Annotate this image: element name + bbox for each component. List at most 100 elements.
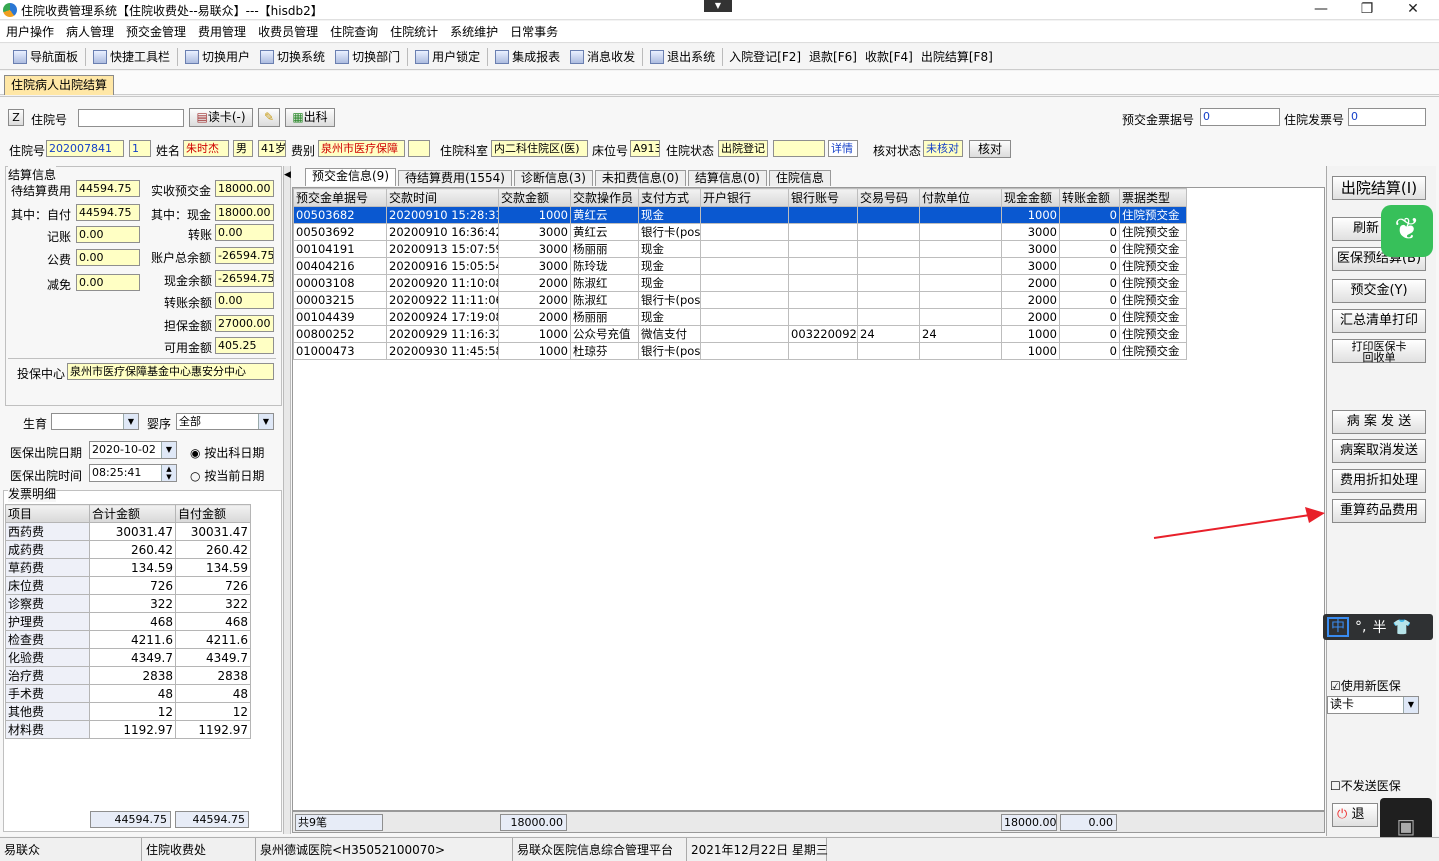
admission-search-input[interactable] — [78, 109, 184, 127]
col-transfer[interactable]: 转账金额 — [1059, 188, 1120, 207]
toolbar-exit[interactable]: 退出系统 — [645, 48, 720, 65]
col-payer[interactable]: 付款单位 — [919, 188, 1002, 207]
toolbar-quick-tools[interactable]: 快捷工具栏 — [88, 48, 175, 65]
spinner-icon[interactable]: ▲ ▼ — [161, 465, 176, 481]
tab-pending-fees[interactable]: 待结算费用(1554) — [398, 170, 512, 186]
invoice-no-input[interactable]: 0 — [1348, 108, 1426, 126]
exit-button[interactable]: ⏻ 退 — [1332, 803, 1378, 827]
toolbar-admission[interactable]: 入院登记[F2] — [725, 48, 805, 65]
table-row[interactable]: 01000473 20200930 11:45:58 1000 杜琼芬 银行卡(pos)… — [293, 342, 1187, 360]
col-self[interactable]: 自付金额 — [175, 504, 251, 523]
read-mode-select[interactable]: 读卡 ▼ — [1327, 696, 1419, 714]
table-row[interactable]: 00800252 20200929 11:16:32 1000 公众号充值 微信支付 00… — [293, 325, 1187, 343]
table-row[interactable]: 00104439 20200924 17:19:08 2000 杨丽丽 现金 2000 0 住… — [293, 308, 1187, 326]
tab-discharge-settlement[interactable]: 住院病人出院结算 — [4, 75, 115, 95]
toolbar-collect[interactable]: 收款[F4] — [861, 48, 917, 65]
toolbar-nav-panel[interactable]: 导航面板 — [8, 48, 83, 65]
chevron-down-icon[interactable]: ▼ — [1403, 697, 1418, 713]
case-send-button[interactable]: 病 案 发 送 — [1332, 410, 1426, 434]
tab-diagnosis[interactable]: 诊断信息(3) — [513, 170, 593, 186]
table-row[interactable]: 护理费 468 468 — [5, 612, 251, 631]
col-pay-time[interactable]: 交款时间 — [386, 188, 499, 207]
case-cancel-send-button[interactable]: 病案取消发送 — [1332, 439, 1426, 463]
ime-skin-icon[interactable]: 👕 — [1392, 618, 1411, 636]
radio-by-current-date[interactable]: ○ 按当前日期 — [190, 467, 264, 484]
tab-prepay-info[interactable]: 预交金信息(9) — [305, 168, 396, 186]
menu-prepay[interactable]: 预交金管理 — [122, 23, 194, 40]
ime-punct-icon[interactable]: °, — [1355, 619, 1366, 635]
col-receipt-type[interactable]: 票据类型 — [1119, 188, 1187, 207]
assistant-leaf-icon[interactable]: ❦ — [1381, 205, 1433, 257]
radio-by-out-dept[interactable]: ◉ 按出科日期 — [190, 444, 264, 461]
table-row[interactable]: 诊察费 322 322 — [5, 594, 251, 613]
no-send-insurance-checkbox[interactable]: ☐不发送医保 — [1330, 777, 1401, 794]
detail-link[interactable]: 详情 — [828, 140, 858, 157]
col-receipt-no[interactable]: 预交金单据号 — [293, 188, 387, 207]
table-row[interactable]: 00104191 20200913 15:07:59 3000 杨丽丽 现金 3000 0 住… — [293, 240, 1187, 258]
summary-print-button[interactable]: 汇总清单打印 — [1332, 309, 1426, 333]
out-dept-button[interactable]: ▦出科 — [285, 108, 335, 127]
splitter[interactable] — [283, 166, 291, 834]
table-row[interactable]: 西药费 30031.47 30031.47 — [5, 522, 251, 541]
tab-settlement-info[interactable]: 结算信息(0) — [687, 170, 767, 186]
tab-inpatient-info[interactable]: 住院信息 — [768, 170, 831, 186]
discharge-settle-button[interactable]: 出院结算(I) — [1332, 176, 1426, 200]
table-row[interactable]: 00003108 20200920 11:10:08 2000 陈淑红 现金 2000 0 住… — [293, 274, 1187, 292]
table-row[interactable]: 00003215 20200922 11:11:06 2000 陈淑红 银行卡(pos)… — [293, 291, 1187, 309]
menu-patient[interactable]: 病人管理 — [62, 23, 122, 40]
infant-select[interactable]: 全部 ▼ — [176, 413, 274, 430]
toolbar-refund[interactable]: 退款[F6] — [805, 48, 861, 65]
chevron-down-icon[interactable]: ▼ — [704, 0, 732, 12]
clear-icon[interactable]: ✎ — [258, 108, 280, 127]
table-row[interactable]: 00503692 20200910 16:36:42 3000 黄红云 银行卡(pos)… — [293, 223, 1187, 241]
menu-system[interactable]: 系统维护 — [446, 23, 506, 40]
col-operator[interactable]: 交款操作员 — [570, 188, 639, 207]
prepay-button[interactable]: 预交金(Y) — [1332, 279, 1426, 303]
discharge-date-picker[interactable]: 2020-10-02 ▼ — [89, 441, 177, 459]
col-bank-account[interactable]: 银行账号 — [788, 188, 858, 207]
menu-query[interactable]: 住院查询 — [326, 23, 386, 40]
menu-fee[interactable]: 费用管理 — [194, 23, 254, 40]
col-amount[interactable]: 交款金额 — [498, 188, 571, 207]
toolbar-discharge-settle[interactable]: 出院结算[F8] — [917, 48, 997, 65]
toolbar-switch-dept[interactable]: 切换部门 — [330, 48, 405, 65]
toolbar-switch-user[interactable]: 切换用户 — [180, 48, 255, 65]
table-row[interactable]: 草药费 134.59 134.59 — [5, 558, 251, 577]
col-trade-no[interactable]: 交易号码 — [857, 188, 920, 207]
toolbar-messages[interactable]: 消息收发 — [565, 48, 640, 65]
col-pay-method[interactable]: 支付方式 — [638, 188, 701, 207]
table-row[interactable]: 检查费 4211.6 4211.6 — [5, 630, 251, 649]
restore-button[interactable]: ❐ — [1344, 0, 1390, 20]
toolbar-lock-user[interactable]: 用户锁定 — [410, 48, 485, 65]
chevron-down-icon[interactable]: ▼ — [123, 414, 138, 429]
toolbar-reports[interactable]: 集成报表 — [490, 48, 565, 65]
col-cash[interactable]: 现金金额 — [1001, 188, 1060, 207]
table-row[interactable]: 00404216 20200916 15:05:54 3000 陈玲珑 现金 3000 0 住… — [293, 257, 1187, 275]
menu-user-ops[interactable]: 用户操作 — [2, 23, 62, 40]
read-card-button[interactable]: ▤读卡(-) — [189, 108, 253, 127]
tab-undeducted[interactable]: 未扣费信息(0) — [594, 170, 686, 186]
minimize-button[interactable]: — — [1298, 0, 1344, 20]
fee-discount-button[interactable]: 费用折扣处理 — [1332, 469, 1426, 493]
menu-cashier[interactable]: 收费员管理 — [254, 23, 326, 40]
chevron-down-icon[interactable]: ▼ — [258, 414, 273, 429]
ime-mode-icon[interactable]: 中 — [1327, 617, 1349, 637]
table-row[interactable]: 手术费 48 48 — [5, 684, 251, 703]
use-new-insurance-checkbox[interactable]: ☑使用新医保 — [1330, 677, 1401, 694]
toolbar-switch-system[interactable]: 切换系统 — [255, 48, 330, 65]
table-row[interactable]: 材料费 1192.97 1192.97 — [5, 720, 251, 739]
collapse-left-icon[interactable]: ◀ — [284, 170, 291, 180]
table-row[interactable]: 治疗费 2838 2838 — [5, 666, 251, 685]
table-row[interactable]: 化验费 4349.7 4349.7 — [5, 648, 251, 667]
check-button[interactable]: 核对 — [969, 140, 1011, 158]
col-bank[interactable]: 开户银行 — [700, 188, 789, 207]
recalc-drug-fee-button[interactable]: 重算药品费用 — [1332, 499, 1426, 523]
table-row[interactable]: 床位费 726 726 — [5, 576, 251, 595]
table-row[interactable]: 成药费 260.42 260.42 — [5, 540, 251, 559]
prepay-receipt-input[interactable]: 0 — [1200, 108, 1280, 126]
menu-daily[interactable]: 日常事务 — [506, 23, 566, 40]
col-total[interactable]: 合计金额 — [89, 504, 176, 523]
discharge-time-spinner[interactable]: 08:25:41 ▲ ▼ — [89, 464, 177, 482]
ime-width-icon[interactable]: 半 — [1372, 617, 1386, 637]
chevron-down-icon[interactable]: ▼ — [161, 442, 176, 458]
